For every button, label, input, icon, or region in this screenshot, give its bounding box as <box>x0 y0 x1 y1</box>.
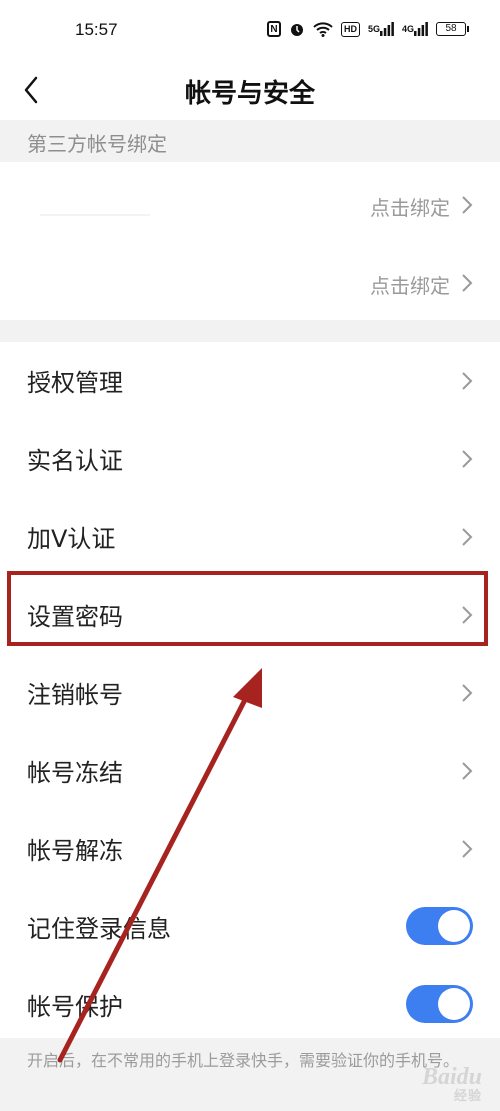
section-divider <box>0 320 500 342</box>
nfc-icon: N <box>266 21 281 37</box>
status-bar: 15:57 N HD 5G 4G 58 <box>0 0 500 60</box>
chevron-right-icon <box>462 762 473 780</box>
menu-item-account-protection: 帐号保护 <box>0 966 500 1044</box>
remember-login-toggle[interactable] <box>406 907 473 945</box>
toggle-knob <box>438 910 470 942</box>
toggle-knob <box>438 988 470 1020</box>
status-icons: N HD 5G 4G 58 <box>266 20 469 38</box>
watermark-logo: Baidu 经验 <box>421 1064 482 1103</box>
chevron-right-icon <box>462 528 473 546</box>
third-party-section-header: 第三方帐号绑定 <box>0 120 500 162</box>
highlight-box <box>7 571 488 646</box>
nav-bar: 帐号与安全 <box>0 60 500 120</box>
hd-icon: HD <box>340 21 360 37</box>
bind-row[interactable]: 点击绑定 <box>0 240 500 318</box>
account-protection-toggle[interactable] <box>406 985 473 1023</box>
menu-item-authorization[interactable]: 授权管理 <box>0 342 500 420</box>
section-header-label: 第三方帐号绑定 <box>27 132 167 156</box>
footer-note: 开启后，在不常用的手机上登录快手，需要验证你的手机号。 <box>27 1051 460 1070</box>
chevron-right-icon <box>462 196 473 214</box>
signal-5g-icon: 5G <box>368 20 394 38</box>
menu-item-label: 帐号保护 <box>27 993 123 1021</box>
chevron-right-icon <box>462 372 473 390</box>
bind-row[interactable]: 点击绑定 <box>0 162 500 240</box>
menu-item-remember-login: 记住登录信息 <box>0 888 500 966</box>
menu-item-cancel-account[interactable]: 注销帐号 <box>0 654 500 732</box>
bind-action-label: 点击绑定 <box>370 196 450 220</box>
menu-item-label: 帐号解冻 <box>27 837 123 865</box>
menu-item-label: 注销帐号 <box>27 681 123 709</box>
chevron-right-icon <box>462 274 473 292</box>
chevron-right-icon <box>462 840 473 858</box>
wifi-icon <box>313 20 333 38</box>
menu-item-label: 帐号冻结 <box>27 759 123 787</box>
chevron-right-icon <box>462 450 473 468</box>
alarm-icon <box>289 20 305 38</box>
battery-icon: 58 <box>436 22 469 36</box>
menu-item-label: 授权管理 <box>27 369 123 397</box>
menu-item-label: 记住登录信息 <box>27 915 171 943</box>
menu-item-v-verification[interactable]: 加V认证 <box>0 498 500 576</box>
chevron-right-icon <box>462 684 473 702</box>
signal-4g-icon: 4G <box>402 20 428 38</box>
menu-item-label: 实名认证 <box>27 447 123 475</box>
menu-item-real-name[interactable]: 实名认证 <box>0 420 500 498</box>
blurred-account-label <box>40 214 150 216</box>
third-party-bind-list: 点击绑定 点击绑定 <box>0 162 500 320</box>
menu-item-label: 加V认证 <box>27 525 116 553</box>
menu-item-freeze-account[interactable]: 帐号冻结 <box>0 732 500 810</box>
page-title: 帐号与安全 <box>184 79 315 109</box>
account-settings-list: 授权管理 实名认证 加V认证 设置密码 注销帐号 帐号冻结 帐号解冻 记住登录信… <box>0 342 500 1038</box>
status-time: 15:57 <box>75 20 118 39</box>
menu-item-unfreeze-account[interactable]: 帐号解冻 <box>0 810 500 888</box>
bind-action-label: 点击绑定 <box>370 274 450 298</box>
